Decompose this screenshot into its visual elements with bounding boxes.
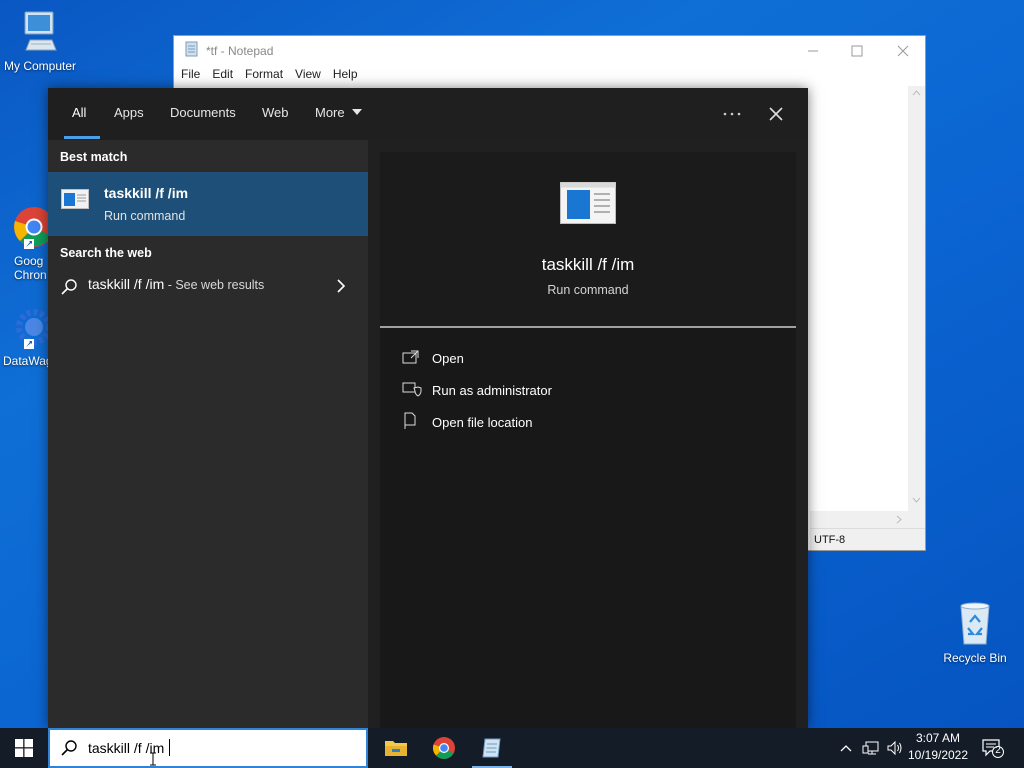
search-icon — [60, 278, 78, 301]
minimize-button[interactable] — [790, 36, 836, 65]
results-list: Best match taskkill /f /im Run command S… — [48, 140, 368, 728]
best-match-heading: Best match — [60, 150, 128, 164]
action-open-file-location[interactable]: Open file location — [402, 410, 532, 434]
network-icon — [862, 741, 879, 755]
file-location-icon — [402, 412, 432, 433]
active-tab-indicator — [64, 136, 100, 139]
best-match-result[interactable]: taskkill /f /im Run command — [48, 172, 368, 236]
tab-all[interactable]: All — [72, 105, 86, 120]
tab-documents[interactable]: Documents — [170, 105, 236, 120]
text-cursor-icon — [150, 752, 156, 766]
close-window-button[interactable] — [880, 36, 926, 65]
chevron-down-icon — [352, 109, 363, 115]
action-open-label: Open — [432, 350, 464, 366]
web-results-suffix: - See web results — [164, 278, 265, 292]
menu-view[interactable]: View — [291, 65, 329, 85]
show-hidden-icons-button[interactable] — [836, 728, 856, 768]
best-match-subtitle: Run command — [104, 209, 186, 223]
clock-time: 3:07 AM — [915, 731, 961, 745]
tab-more[interactable]: More — [315, 105, 363, 120]
search-icon — [60, 739, 78, 762]
notepad-icon — [184, 41, 200, 60]
close-search-button[interactable] — [764, 102, 788, 126]
preview-title: taskkill /f /im — [541, 255, 635, 274]
tab-more-label: More — [315, 105, 345, 120]
scroll-right-icon[interactable] — [896, 515, 902, 524]
search-tabs: All Apps Documents Web More — [48, 88, 808, 140]
window-title: *tf - Notepad — [206, 43, 274, 58]
preview-subtitle: Run command — [547, 283, 629, 297]
notification-count-badge: 2 — [995, 745, 1001, 756]
chrome-icon — [432, 737, 455, 759]
run-command-large-icon — [560, 182, 616, 229]
tab-web[interactable]: Web — [262, 105, 289, 120]
maximize-button[interactable] — [834, 36, 880, 65]
network-tray-button[interactable] — [860, 728, 882, 768]
recycle-bin-icon — [935, 600, 1015, 649]
ellipsis-icon — [723, 112, 741, 116]
menu-help[interactable]: Help — [329, 65, 366, 85]
menu-edit[interactable]: Edit — [208, 65, 241, 85]
taskbar-clock[interactable]: 3:07 AM 10/19/2022 — [902, 730, 974, 764]
run-command-icon — [61, 189, 89, 214]
vertical-scrollbar[interactable] — [908, 86, 925, 548]
encoding-label: UTF-8 — [814, 534, 846, 546]
chevron-up-icon — [840, 745, 852, 752]
scroll-up-icon[interactable] — [912, 90, 921, 96]
tab-apps[interactable]: Apps — [114, 105, 144, 120]
action-center-button[interactable]: 2 — [978, 728, 1008, 768]
desktop-icon-label: DataWag — [3, 354, 53, 368]
web-search-result[interactable]: taskkill /f /im - See web results — [48, 270, 368, 302]
chevron-right-icon[interactable] — [336, 278, 346, 299]
computer-icon — [0, 10, 80, 57]
notepad-statusbar: UTF-8 — [810, 528, 925, 550]
best-match-title: taskkill /f /im — [104, 185, 189, 201]
start-button[interactable] — [0, 728, 48, 768]
desktop-icon-recycle-bin[interactable]: Recycle Bin — [935, 600, 1015, 665]
taskbar-chrome[interactable] — [420, 728, 468, 768]
scroll-down-icon[interactable] — [912, 497, 921, 503]
taskbar-file-explorer[interactable] — [372, 728, 420, 768]
search-input[interactable]: taskkill /f /im — [88, 739, 170, 756]
menu-format[interactable]: Format — [241, 65, 291, 85]
horizontal-scrollbar[interactable] — [810, 511, 908, 528]
taskbar-search-box[interactable]: taskkill /f /im — [48, 728, 368, 768]
result-preview-pane: taskkill /f /im Run command Open Run as … — [380, 152, 796, 728]
menu-file[interactable]: File — [177, 65, 208, 85]
taskbar-notepad[interactable] — [468, 728, 516, 768]
windows-logo-icon — [15, 739, 33, 757]
notepad-icon — [482, 738, 501, 758]
desktop-icon-label: Recycle Bin — [943, 651, 1007, 665]
close-icon — [769, 107, 783, 121]
desktop-icon-label-line1: Goog — [14, 254, 44, 268]
start-search-panel: All Apps Documents Web More Best match t… — [48, 88, 808, 728]
desktop-icon-my-computer[interactable]: My Computer — [0, 10, 80, 73]
taskbar: taskkill /f /im 3:07 AM 10/19/2022 2 — [0, 728, 1024, 768]
action-run-as-admin[interactable]: Run as administrator — [402, 378, 552, 402]
shield-icon — [402, 381, 432, 400]
desktop-icon-label-line2: Chron — [14, 268, 47, 282]
open-icon — [402, 349, 432, 368]
search-web-heading: Search the web — [60, 246, 152, 260]
preview-header: taskkill /f /im Run command — [380, 152, 796, 328]
action-run-as-admin-label: Run as administrator — [432, 382, 552, 398]
desktop-icon-label: My Computer — [3, 59, 77, 73]
clock-date: 10/19/2022 — [907, 748, 969, 762]
action-open[interactable]: Open — [402, 346, 464, 370]
more-options-button[interactable] — [723, 100, 741, 121]
action-open-file-location-label: Open file location — [432, 414, 533, 430]
notepad-menubar: File Edit Format View Help — [174, 65, 925, 85]
web-query: taskkill /f /im — [88, 276, 165, 292]
folder-icon — [385, 741, 407, 756]
